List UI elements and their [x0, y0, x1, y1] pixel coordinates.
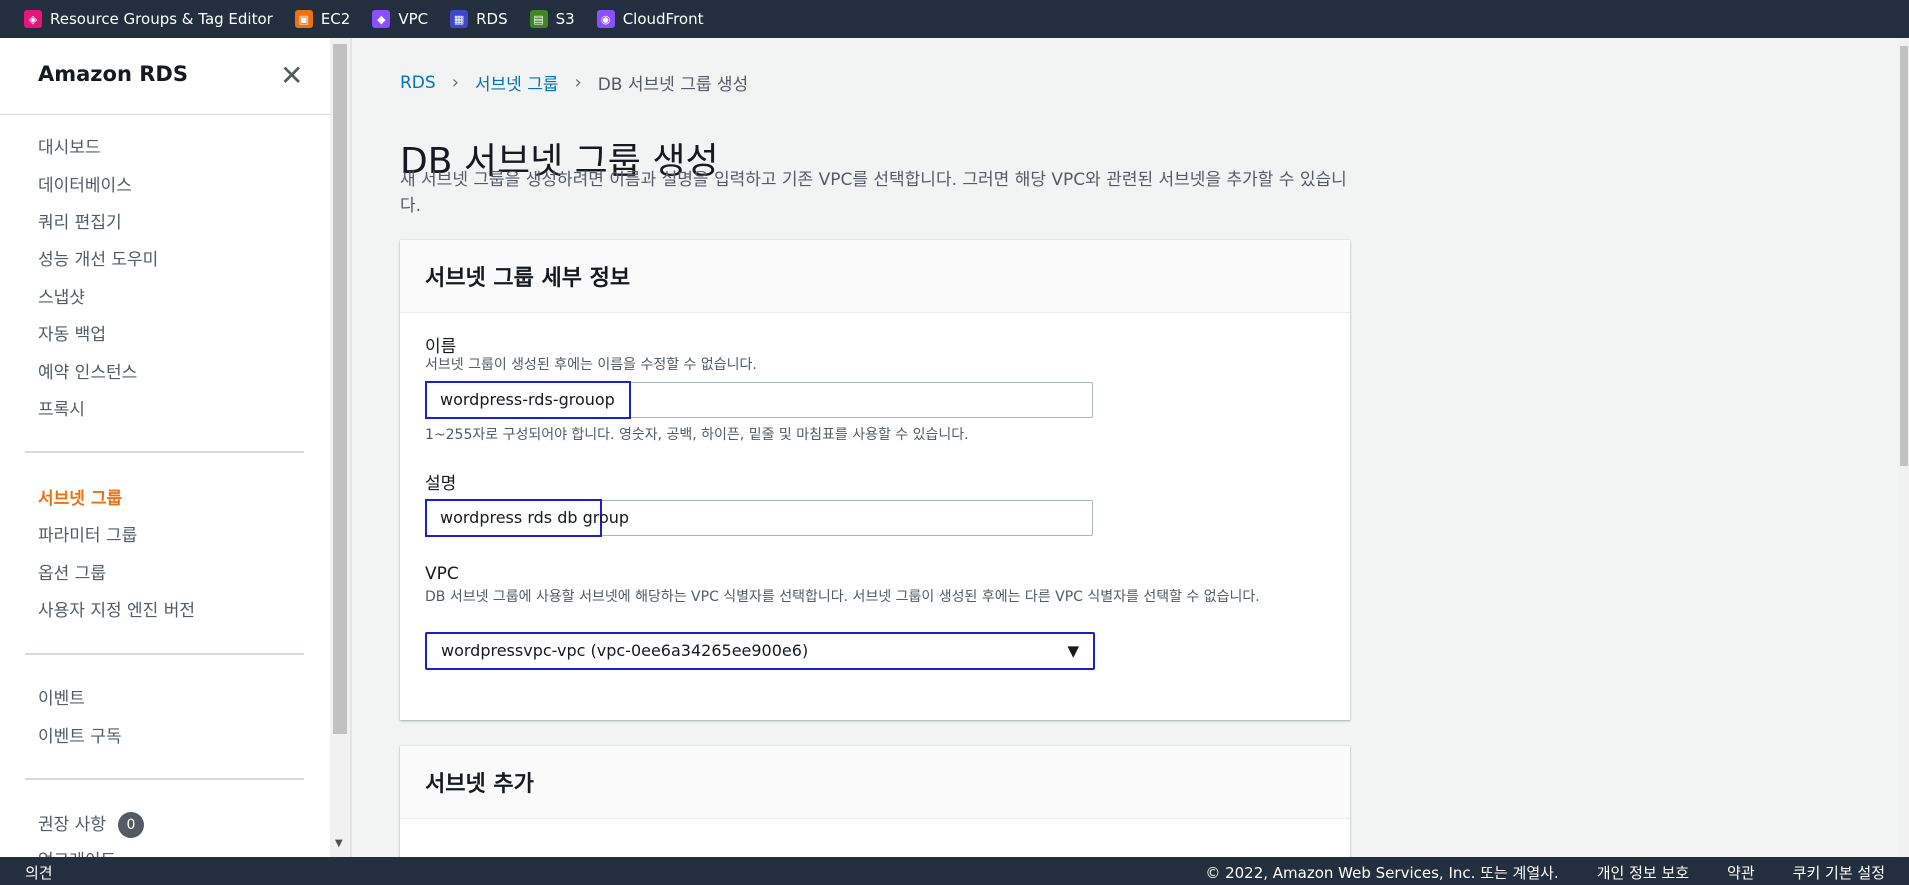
sidebar: Amazon RDS ✕ 대시보드 데이터베이스 쿼리 편집기 성능 개선 도우… — [0, 38, 330, 857]
resource-groups-icon: ◈ — [24, 10, 42, 28]
name-input-value: wordpress-rds-grouop — [440, 390, 615, 409]
description-label: 설명 — [425, 474, 457, 494]
vpc-select-value: wordpressvpc-vpc (vpc-0ee6a34265ee900e6) — [441, 641, 809, 660]
sidebar-scrollbar[interactable]: ▼ — [330, 38, 350, 857]
fav-s3[interactable]: ▤ S3 — [529, 10, 575, 28]
subnet-group-details-panel: 서브넷 그룹 세부 정보 이름 서브넷 그룹이 생성된 후에는 이름을 수정할 … — [400, 240, 1350, 720]
fav-label: EC2 — [320, 10, 351, 28]
vpc-label: VPC — [425, 564, 459, 584]
divider — [0, 114, 330, 115]
fav-cloudfront[interactable]: ◉ CloudFront — [596, 10, 704, 28]
chevron-right-icon: › — [451, 72, 459, 93]
fav-resource-groups[interactable]: ◈ Resource Groups & Tag Editor — [24, 10, 273, 28]
sidebar-item-upgrades[interactable]: 업그레이드 — [38, 846, 116, 857]
terms-link[interactable]: 약관 — [1727, 862, 1755, 883]
sidebar-item-dashboard[interactable]: 대시보드 — [38, 133, 101, 158]
divider — [25, 451, 304, 453]
sidebar-item-recommendations[interactable]: 권장 사항 0 — [38, 810, 144, 838]
scrollbar-thumb[interactable] — [333, 44, 347, 734]
sidebar-item-label: 권장 사항 — [38, 815, 106, 835]
sidebar-item-automated-backups[interactable]: 자동 백업 — [38, 320, 106, 345]
name-description: 서브넷 그룹이 생성된 후에는 이름을 수정할 수 없습니다. — [425, 357, 757, 373]
sidebar-title: Amazon RDS — [38, 62, 188, 86]
name-constraint: 1~255자로 구성되어야 합니다. 영숫자, 공백, 하이픈, 밑줄 및 마침… — [425, 427, 969, 443]
fav-label: Resource Groups & Tag Editor — [50, 10, 273, 28]
sidebar-item-parameter-groups[interactable]: 파라미터 그룹 — [38, 521, 137, 546]
caret-down-icon: ▼ — [1067, 642, 1079, 660]
sidebar-item-snapshots[interactable]: 스냅샷 — [38, 283, 85, 308]
privacy-link[interactable]: 개인 정보 보호 — [1597, 862, 1689, 883]
add-subnet-panel: 서브넷 추가 — [400, 746, 1350, 866]
sidebar-item-reserved-instances[interactable]: 예약 인스턴스 — [38, 358, 137, 383]
main-scrollbar[interactable] — [1899, 38, 1909, 857]
sidebar-item-query-editor[interactable]: 쿼리 편집기 — [38, 208, 122, 233]
panel-title: 서브넷 그룹 세부 정보 — [400, 240, 1350, 313]
breadcrumb-current: DB 서브넷 그룹 생성 — [597, 75, 749, 95]
description-input[interactable]: wordpress rds db group — [425, 499, 1093, 537]
scrollbar-thumb[interactable] — [1900, 46, 1908, 466]
close-icon[interactable]: ✕ — [280, 62, 303, 90]
fav-label: S3 — [555, 10, 575, 28]
fav-ec2[interactable]: ▣ EC2 — [294, 10, 351, 28]
count-badge: 0 — [117, 812, 144, 838]
sidebar-item-event-subscriptions[interactable]: 이벤트 구독 — [38, 722, 122, 747]
sidebar-item-option-groups[interactable]: 옵션 그룹 — [38, 559, 106, 584]
chevron-right-icon: › — [574, 72, 582, 93]
name-input[interactable]: wordpress-rds-grouop — [425, 381, 1093, 419]
panel-title: 서브넷 추가 — [400, 746, 1350, 819]
divider — [25, 778, 304, 780]
rds-icon: ▦ — [450, 10, 469, 28]
breadcrumb: RDS › 서브넷 그룹 › DB 서브넷 그룹 생성 — [400, 70, 748, 95]
copyright-text: © 2022, Amazon Web Services, Inc. 또는 계열사… — [1205, 864, 1559, 882]
page-description: 새 서브넷 그룹을 생성하려면 이름과 설명을 입력하고 기존 VPC를 선택합… — [400, 170, 1347, 216]
fav-vpc[interactable]: ◆ VPC — [372, 10, 428, 28]
cloudfront-icon: ◉ — [596, 10, 615, 28]
sidebar-item-custom-engine-versions[interactable]: 사용자 지정 엔진 버전 — [38, 596, 195, 621]
fav-rds[interactable]: ▦ RDS — [450, 10, 508, 28]
fav-label: VPC — [398, 10, 429, 28]
favorites-bar: ◈ Resource Groups & Tag Editor ▣ EC2 ◆ V… — [0, 0, 1909, 38]
vpc-icon: ◆ — [372, 10, 391, 28]
vpc-description: DB 서브넷 그룹에 사용할 서브넷에 해당하는 VPC 식별자를 선택합니다.… — [425, 589, 1260, 605]
divider — [350, 38, 352, 857]
sidebar-item-subnet-groups[interactable]: 서브넷 그룹 — [38, 484, 122, 509]
breadcrumb-subnet-groups[interactable]: 서브넷 그룹 — [475, 70, 559, 95]
vpc-select[interactable]: wordpressvpc-vpc (vpc-0ee6a34265ee900e6)… — [425, 632, 1095, 670]
feedback-link[interactable]: 의견 — [25, 862, 53, 883]
divider — [25, 653, 304, 655]
scroll-down-icon[interactable]: ▼ — [335, 838, 343, 849]
ec2-icon: ▣ — [294, 10, 313, 28]
sidebar-item-proxies[interactable]: 프록시 — [38, 395, 85, 420]
sidebar-item-databases[interactable]: 데이터베이스 — [38, 171, 132, 196]
s3-icon: ▤ — [529, 10, 548, 28]
fav-label: RDS — [476, 10, 508, 28]
description-input-value: wordpress rds db group — [440, 508, 630, 527]
name-label: 이름 — [425, 337, 457, 357]
sidebar-item-performance-insights[interactable]: 성능 개선 도우미 — [38, 245, 158, 270]
sidebar-item-events[interactable]: 이벤트 — [38, 684, 85, 709]
breadcrumb-rds[interactable]: RDS — [400, 73, 436, 93]
footer: 의견 © 2022, Amazon Web Services, Inc. 또는 … — [0, 857, 1909, 885]
fav-label: CloudFront — [622, 10, 704, 28]
cookie-preferences-link[interactable]: 쿠키 기본 설정 — [1793, 862, 1885, 883]
